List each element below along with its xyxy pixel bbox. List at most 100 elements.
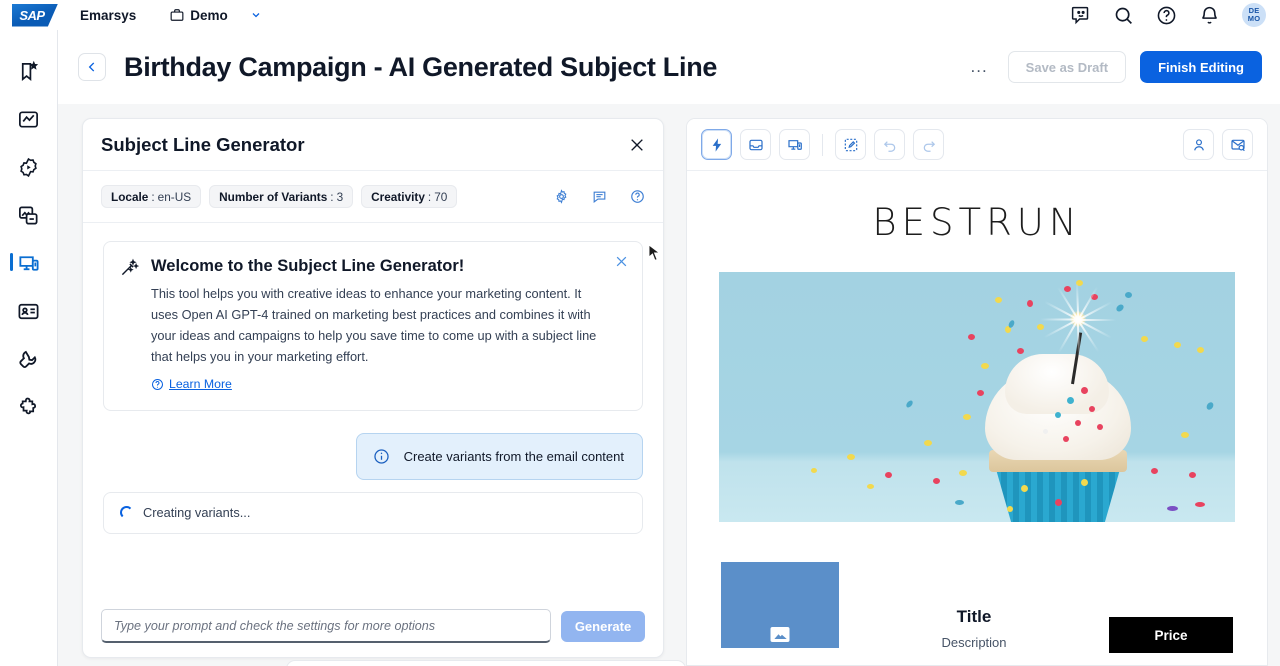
chevron-down-icon[interactable] xyxy=(250,9,262,21)
image-icon-badge xyxy=(770,627,790,642)
page-header: Birthday Campaign - AI Generated Subject… xyxy=(58,30,1280,104)
chip-number-of-variants[interactable]: Number of Variants: 3 xyxy=(209,185,354,208)
generator-settings-bar: Locale: en-US Number of Variants: 3 Crea… xyxy=(83,171,663,223)
product-description: Description xyxy=(941,635,1007,650)
subject-line-generator-panel: Subject Line Generator Locale: en-US Num… xyxy=(82,118,664,658)
undo-button[interactable] xyxy=(874,129,905,160)
feedback-smiley-icon[interactable] xyxy=(1070,5,1091,26)
save-as-draft-button[interactable]: Save as Draft xyxy=(1007,51,1127,83)
feedback-comment-icon[interactable] xyxy=(592,189,607,204)
help-circle-icon xyxy=(152,378,163,390)
chip-creativity[interactable]: Creativity: 70 xyxy=(361,185,458,208)
top-bar-actions: DE MO xyxy=(1070,3,1266,27)
chip-locale-value: en-US xyxy=(157,189,192,204)
channels-devices-icon xyxy=(19,255,39,271)
email-editor-toolbar xyxy=(687,119,1267,171)
product-image-placeholder[interactable] xyxy=(721,562,839,648)
sidebar-item-tools[interactable] xyxy=(0,346,58,372)
wrench-icon xyxy=(19,350,37,368)
personalization-person-icon xyxy=(1193,138,1204,151)
help-circle-icon[interactable] xyxy=(630,189,645,204)
inbox-preview-icon xyxy=(748,139,763,150)
more-options-button[interactable]: ... xyxy=(965,58,994,75)
help-icon[interactable] xyxy=(1156,5,1177,26)
generator-icon-actions xyxy=(554,189,645,204)
product-title: Title xyxy=(956,607,992,626)
workspace-selector[interactable]: Demo xyxy=(170,8,262,23)
automation-gear-icon xyxy=(20,157,37,177)
email-logo: BESTRUN xyxy=(872,201,1082,244)
email-canvas[interactable]: BESTRUN Title Description Price xyxy=(687,171,1267,665)
redo-button[interactable] xyxy=(913,129,944,160)
search-icon[interactable] xyxy=(1113,5,1134,26)
email-inspect-icon xyxy=(1230,139,1245,151)
user-message-bubble: Create variants from the email content xyxy=(355,432,643,480)
info-circle-icon xyxy=(373,448,389,464)
settings-gear-icon[interactable] xyxy=(554,189,569,204)
sap-logo: SAP xyxy=(12,3,58,27)
edit-selection-button[interactable] xyxy=(835,129,866,160)
sidebar-item-automation[interactable] xyxy=(0,154,58,180)
app-root: SAP Emarsys Demo DE MO Birthday Campaign… xyxy=(0,0,1280,666)
page-title: Birthday Campaign - AI Generated Subject… xyxy=(124,51,718,82)
left-sidebar xyxy=(0,30,58,666)
learn-more-label: Learn More xyxy=(169,377,232,391)
chip-creativity-label: Creativity xyxy=(371,189,425,204)
back-button[interactable] xyxy=(78,53,106,81)
prompt-input[interactable] xyxy=(101,609,551,643)
user-message-row: Create variants from the email content xyxy=(103,432,643,480)
page-header-actions: ... Save as Draft Finish Editing xyxy=(965,51,1262,83)
welcome-card-header: Welcome to the Subject Line Generator! xyxy=(120,256,626,277)
image-icon xyxy=(774,633,786,639)
generator-header: Subject Line Generator xyxy=(83,119,663,171)
puzzle-icon xyxy=(20,397,36,414)
quick-actions-bolt-icon xyxy=(712,137,721,152)
chip-locale-label: Locale xyxy=(111,189,149,204)
spinner-icon xyxy=(120,506,133,519)
redo-icon xyxy=(923,140,935,152)
email-preview-panel: BESTRUN Title Description Price xyxy=(686,118,1268,666)
quick-actions-bolt-button[interactable] xyxy=(701,129,732,160)
avatar[interactable]: DE MO xyxy=(1242,3,1266,27)
email-toolbar-right xyxy=(1183,129,1253,160)
cupcake-illustration xyxy=(963,281,1153,522)
contacts-card-icon xyxy=(18,303,39,319)
avatar-line-2: MO xyxy=(1247,14,1261,23)
product-name: Emarsys xyxy=(80,7,137,23)
chip-locale[interactable]: Locale: en-US xyxy=(101,185,202,208)
top-bar: SAP Emarsys Demo DE MO xyxy=(0,0,1280,30)
sidebar-item-bookmarks[interactable] xyxy=(0,58,58,84)
chip-variants-value: 3 xyxy=(336,189,344,204)
bookmark-star-icon xyxy=(21,60,39,81)
product-text-block: Title Description xyxy=(839,562,1109,650)
finish-editing-button[interactable]: Finish Editing xyxy=(1140,51,1262,83)
analytics-chart-icon xyxy=(19,110,38,128)
mouse-pointer xyxy=(648,244,661,261)
sidebar-item-channels[interactable] xyxy=(0,250,58,276)
welcome-title: Welcome to the Subject Line Generator! xyxy=(151,257,465,275)
sidebar-item-content[interactable] xyxy=(0,202,58,228)
sidebar-item-analytics[interactable] xyxy=(0,106,58,132)
email-hero-image[interactable] xyxy=(719,272,1235,522)
email-product-row: Title Description Price xyxy=(687,562,1267,653)
generator-prompt-bar: Generate xyxy=(83,597,663,657)
personalization-button[interactable] xyxy=(1183,129,1214,160)
sidebar-item-contacts[interactable] xyxy=(0,298,58,324)
device-preview-button[interactable] xyxy=(779,129,810,160)
generate-button[interactable]: Generate xyxy=(561,610,645,642)
price-button[interactable]: Price xyxy=(1109,617,1233,653)
close-icon[interactable] xyxy=(615,255,628,268)
briefcase-icon xyxy=(170,9,184,21)
content-images-icon xyxy=(19,205,38,225)
undo-icon xyxy=(883,140,895,152)
sidebar-item-extensions[interactable] xyxy=(0,394,58,420)
inbox-preview-button[interactable] xyxy=(740,129,771,160)
notifications-bell-icon[interactable] xyxy=(1199,5,1220,26)
chip-creativity-value: 70 xyxy=(434,189,448,204)
close-icon[interactable] xyxy=(629,137,645,153)
magic-wand-icon xyxy=(121,258,139,276)
email-inspect-button[interactable] xyxy=(1222,129,1253,160)
learn-more-link[interactable]: Learn More xyxy=(151,377,232,391)
edit-selection-icon xyxy=(844,138,857,151)
welcome-card: Welcome to the Subject Line Generator! T… xyxy=(103,241,643,411)
